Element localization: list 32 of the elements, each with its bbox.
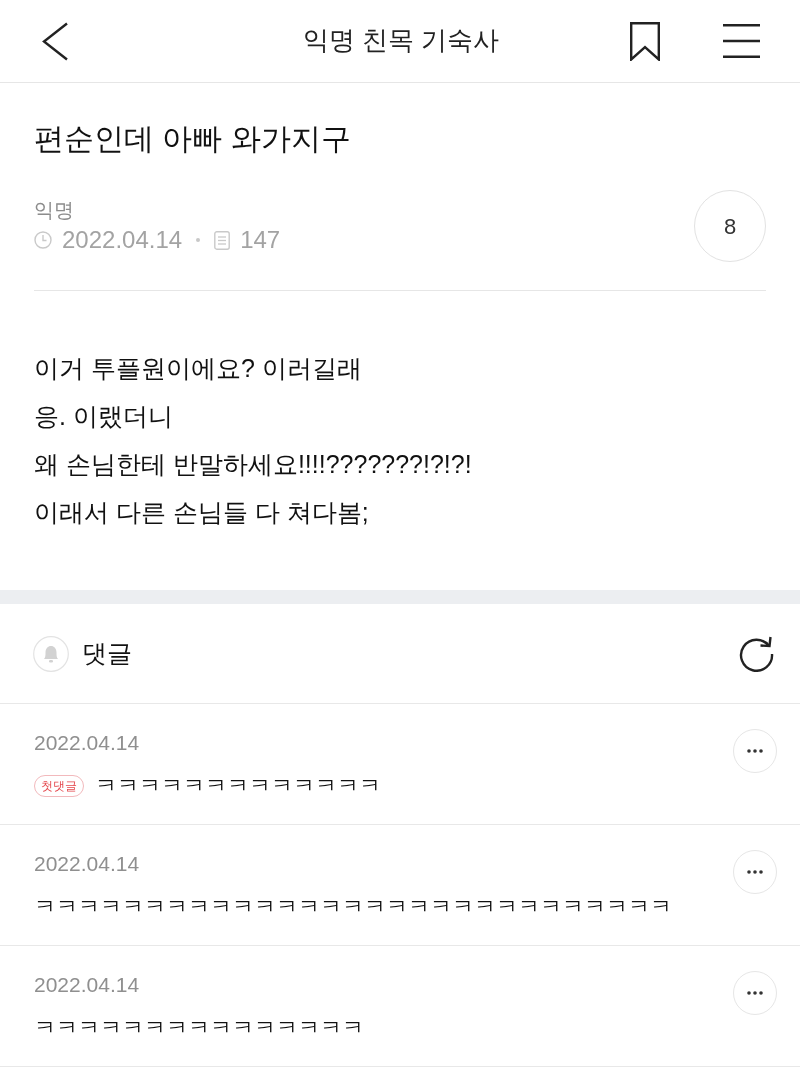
comment-date: 2022.04.14 bbox=[34, 851, 140, 877]
post-body-line: 응. 이랬더니 bbox=[34, 401, 173, 432]
back-button[interactable] bbox=[42, 21, 69, 61]
comment-date: 2022.04.14 bbox=[34, 730, 140, 756]
menu-icon bbox=[723, 24, 760, 58]
bookmark-icon bbox=[630, 21, 660, 61]
post-date: 2022.04.14 bbox=[62, 225, 183, 255]
post-title: 편순인데 아빠 와가지구 bbox=[34, 121, 351, 157]
refresh-icon bbox=[738, 635, 774, 672]
post-body-line: 왜 손님한테 반말하세요!!!!???????!?!?! bbox=[34, 449, 472, 480]
post-body-line: 이거 투플원이에요? 이러길래 bbox=[34, 353, 362, 384]
separator-dot-icon bbox=[196, 238, 201, 242]
comment-text: ㅋㅋㅋㅋㅋㅋㅋㅋㅋㅋㅋㅋㅋㅋㅋㅋㅋㅋㅋㅋㅋㅋㅋㅋㅋㅋㅋㅋㅋ bbox=[34, 893, 672, 921]
more-icon bbox=[747, 991, 763, 995]
comment-date: 2022.04.14 bbox=[34, 972, 140, 998]
back-icon bbox=[42, 21, 69, 61]
view-count: 147 bbox=[240, 225, 281, 255]
page-title: 익명 친목 기숙사 bbox=[302, 25, 500, 57]
menu-button[interactable] bbox=[723, 24, 760, 58]
post-body-line: 이래서 다른 손님들 다 쳐다봄; bbox=[34, 497, 369, 528]
more-icon bbox=[747, 870, 763, 874]
author-name: 익명 bbox=[34, 198, 74, 223]
comment-count[interactable]: 8 bbox=[694, 190, 766, 262]
refresh-button[interactable] bbox=[738, 635, 774, 672]
comment-text: ㅋㅋㅋㅋㅋㅋㅋㅋㅋㅋㅋㅋㅋㅋㅋ bbox=[34, 1014, 364, 1042]
clock-icon bbox=[34, 231, 52, 249]
more-icon bbox=[747, 749, 763, 753]
bookmark-button[interactable] bbox=[630, 21, 660, 61]
comments-heading: 댓글 bbox=[82, 637, 132, 669]
document-icon bbox=[214, 230, 231, 250]
comment-text: ㅋㅋㅋㅋㅋㅋㅋㅋㅋㅋㅋㅋㅋ bbox=[95, 772, 381, 800]
bell-icon bbox=[33, 635, 69, 672]
